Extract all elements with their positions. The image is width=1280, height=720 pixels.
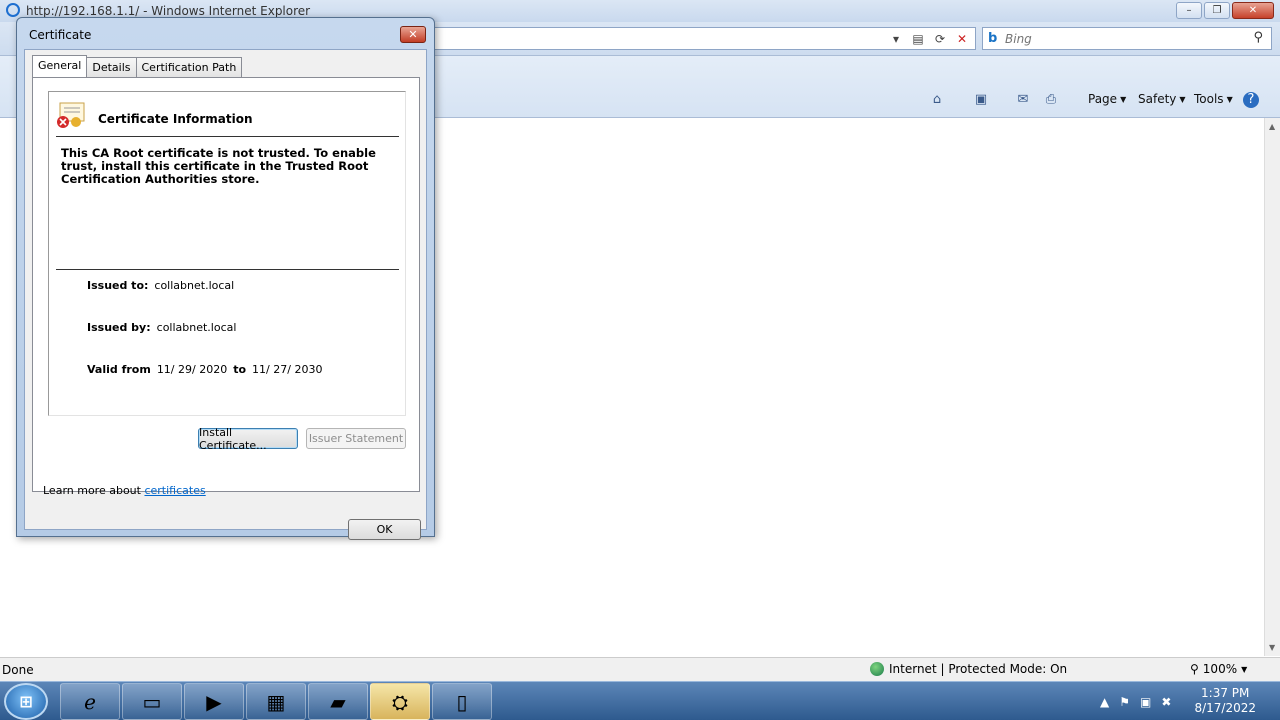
search-icon[interactable]: ⚲ [1253,30,1263,45]
certificates-link[interactable]: certificates [144,484,205,497]
tools-menu[interactable]: Tools ▼ [1194,92,1233,106]
globe-icon [870,662,884,676]
print-icon[interactable]: ⎙ [1043,92,1059,108]
learn-more: Learn more about certificates [43,484,206,497]
dropdown-arrow-icon[interactable]: ▾ [887,31,905,47]
issued-by-label: Issued by: [87,321,151,334]
issued-by-row: Issued by: collabnet.local [87,321,236,334]
taskbar-explorer-icon[interactable]: ▭ [122,683,182,720]
page-menu[interactable]: Page ▼ [1088,92,1126,106]
dialog-body: General Details Certification Path Certi… [24,49,427,540]
show-hidden-icons-icon[interactable]: ▲ [1100,695,1109,709]
zoom-dropdown-icon[interactable]: ▼ [1241,665,1247,674]
taskbar-server-manager-icon[interactable]: ▦ [246,683,306,720]
help-icon[interactable]: ? [1243,92,1259,108]
volume-muted-icon[interactable]: ✖ [1161,695,1171,709]
restore-button[interactable]: ❐ [1204,2,1230,19]
valid-from-value: 11/ 29/ 2020 [156,363,228,376]
window-title: http://192.168.1.1/ - Windows Internet E… [26,4,311,18]
tab-certification-path[interactable]: Certification Path [135,57,243,77]
tab-general[interactable]: General [32,55,88,77]
address-bar[interactable]: ▾ ▤ ⟳ ✕ [430,27,976,50]
valid-from-label: Valid from [87,363,151,376]
network-icon[interactable]: ▣ [1140,695,1151,709]
tab-strip: General Details Certification Path [32,55,243,77]
ie-logo-icon [6,3,20,17]
security-zone[interactable]: Internet | Protected Mode: On [870,662,1067,676]
refresh-icon[interactable]: ⟳ [931,31,949,47]
action-center-flag-icon[interactable]: ⚑ [1119,695,1130,709]
dialog-close-button[interactable]: ✕ [400,26,426,43]
status-text: Done [2,663,34,677]
certificate-info-box: Certificate Information This CA Root cer… [48,91,406,416]
search-input[interactable] [1005,30,1235,47]
issued-to-row: Issued to: collabnet.local [87,279,234,292]
scroll-up-icon[interactable]: ▲ [1269,122,1275,131]
search-box[interactable]: b ⚲ [982,27,1272,50]
valid-to-label: to [233,363,247,376]
issued-by-value: collabnet.local [156,321,237,334]
tab-details[interactable]: Details [86,57,137,77]
stop-icon[interactable]: ✕ [953,31,971,47]
scroll-down-icon[interactable]: ▼ [1269,643,1275,652]
zoom-control[interactable]: ⚲ 100% ▼ [1190,662,1247,676]
valid-to-value: 11/ 27/ 2030 [252,363,323,376]
ok-button[interactable]: OK [348,519,421,540]
zoom-icon: ⚲ [1190,662,1199,676]
home-icon[interactable]: ⌂ [929,92,945,108]
bing-icon: b [988,31,998,46]
taskbar: ⊞ ℯ ▭ ▶ ▦ ▰ ⛭ ▯ ▲ ⚑ ▣ ✖ 1:37 PM 8/17/202… [0,681,1280,720]
safety-menu[interactable]: Safety ▼ [1138,92,1186,106]
minimize-button[interactable]: – [1176,2,1202,19]
compat-view-icon[interactable]: ▤ [909,31,927,47]
taskbar-media-player-icon[interactable]: ▶ [184,683,244,720]
taskbar-cert-app-icon[interactable]: ⛭ [370,683,430,720]
mail-icon[interactable]: ✉ [1015,92,1031,108]
issued-to-value: collabnet.local [154,279,235,292]
info-title: Certificate Information [98,112,253,126]
taskbar-ie-icon[interactable]: ℯ [60,683,120,720]
feeds-icon[interactable]: ▣ [973,92,989,108]
certificate-error-icon [57,102,85,128]
validity-row: Valid from 11/ 29/ 2020 to 11/ 27/ 2030 [87,363,322,376]
system-tray: ▲ ⚑ ▣ ✖ [1100,682,1171,720]
taskbar-toolbox-icon[interactable]: ▰ [308,683,368,720]
start-button[interactable]: ⊞ [4,683,48,720]
taskbar-notepad-icon[interactable]: ▯ [432,683,492,720]
divider [56,269,399,270]
divider [56,136,399,137]
close-window-button[interactable]: ✕ [1232,2,1274,19]
dialog-title: Certificate [29,28,92,42]
install-certificate-button[interactable]: Install Certificate... [198,426,298,452]
issued-to-label: Issued to: [87,279,149,292]
certificate-dialog: Certificate ✕ General Details Certificat… [16,17,435,540]
clock[interactable]: 1:37 PM 8/17/2022 [1194,686,1256,716]
issuer-statement-button[interactable]: Issuer Statement [306,428,406,449]
status-bar: Done Internet | Protected Mode: On ⚲ 100… [0,657,1280,681]
vertical-scrollbar[interactable]: ▲ ▼ [1264,118,1280,656]
general-tab-panel: Certificate Information This CA Root cer… [32,77,420,492]
trust-warning: This CA Root certificate is not trusted.… [61,146,376,186]
